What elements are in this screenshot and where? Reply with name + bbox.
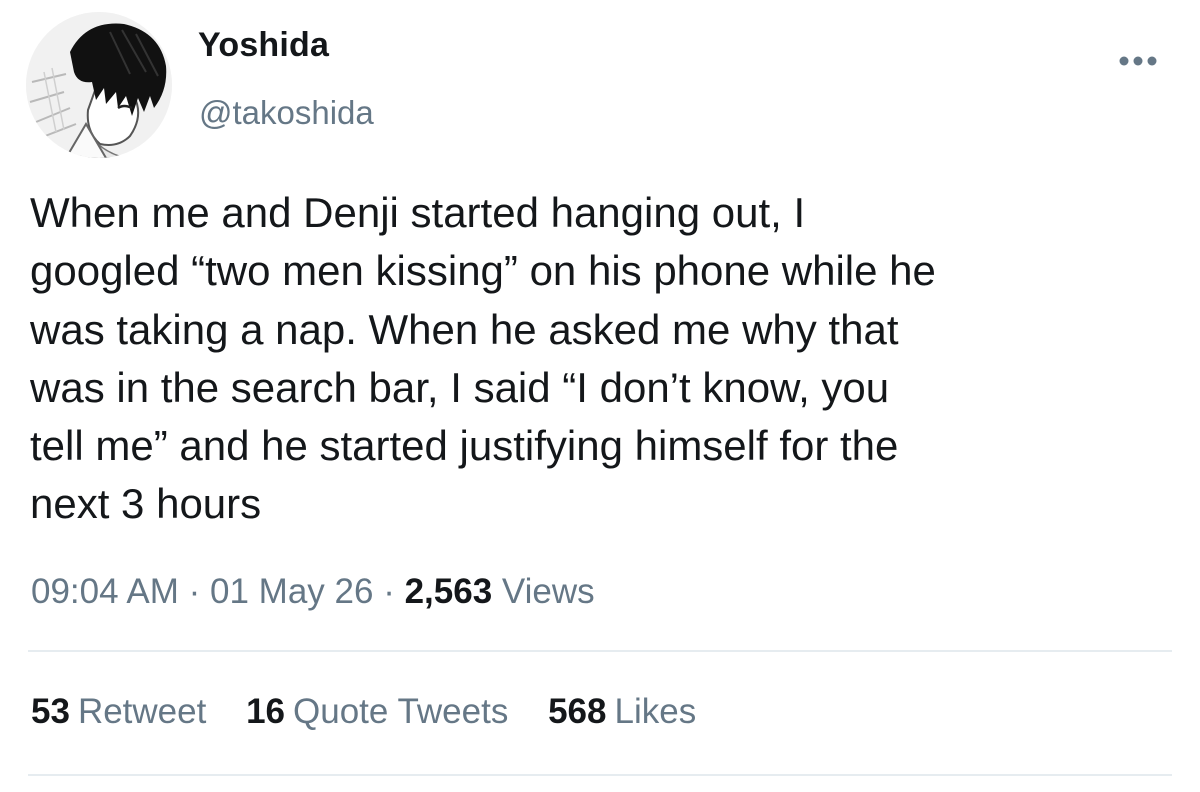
divider xyxy=(28,774,1172,776)
likes-count: 568 xyxy=(548,692,607,731)
views-count: 2,563 xyxy=(404,572,493,611)
views-label: Views xyxy=(501,572,595,611)
tweet-text: When me and Denji started hanging out, I… xyxy=(30,189,936,528)
tweet-metadata: 09:04 AM · 01 May 26 · 2,563 Views xyxy=(31,572,595,612)
quote-tweets-count: 16 xyxy=(246,692,286,731)
author-display-name[interactable]: Yoshida xyxy=(198,26,329,65)
author-handle[interactable]: @takoshida xyxy=(199,94,374,132)
tweet-date[interactable]: 01 May 26 xyxy=(210,572,373,611)
retweets-count: 53 xyxy=(31,692,70,731)
divider xyxy=(28,650,1172,652)
avatar[interactable] xyxy=(26,12,172,158)
likes-label: Likes xyxy=(614,692,697,731)
tweet-time[interactable]: 09:04 AM xyxy=(31,572,179,611)
retweets-label: Retweet xyxy=(77,692,207,731)
tweet-stats: 53 Retweet 16 Quote Tweets 568 Likes xyxy=(31,692,726,732)
meta-separator: · xyxy=(383,572,395,611)
tweet-card: Yoshida @takoshida When me and Denji sta… xyxy=(0,0,1200,792)
meta-separator: · xyxy=(188,572,201,611)
more-horizontal-icon xyxy=(1119,56,1157,66)
likes-stat[interactable]: 568 Likes xyxy=(548,692,696,732)
retweets-stat[interactable]: 53 Retweet xyxy=(31,692,206,732)
quote-tweets-label: Quote Tweets xyxy=(293,692,509,731)
more-options-button[interactable] xyxy=(1112,44,1164,78)
quote-tweets-stat[interactable]: 16 Quote Tweets xyxy=(246,692,508,732)
avatar-image xyxy=(26,12,172,158)
